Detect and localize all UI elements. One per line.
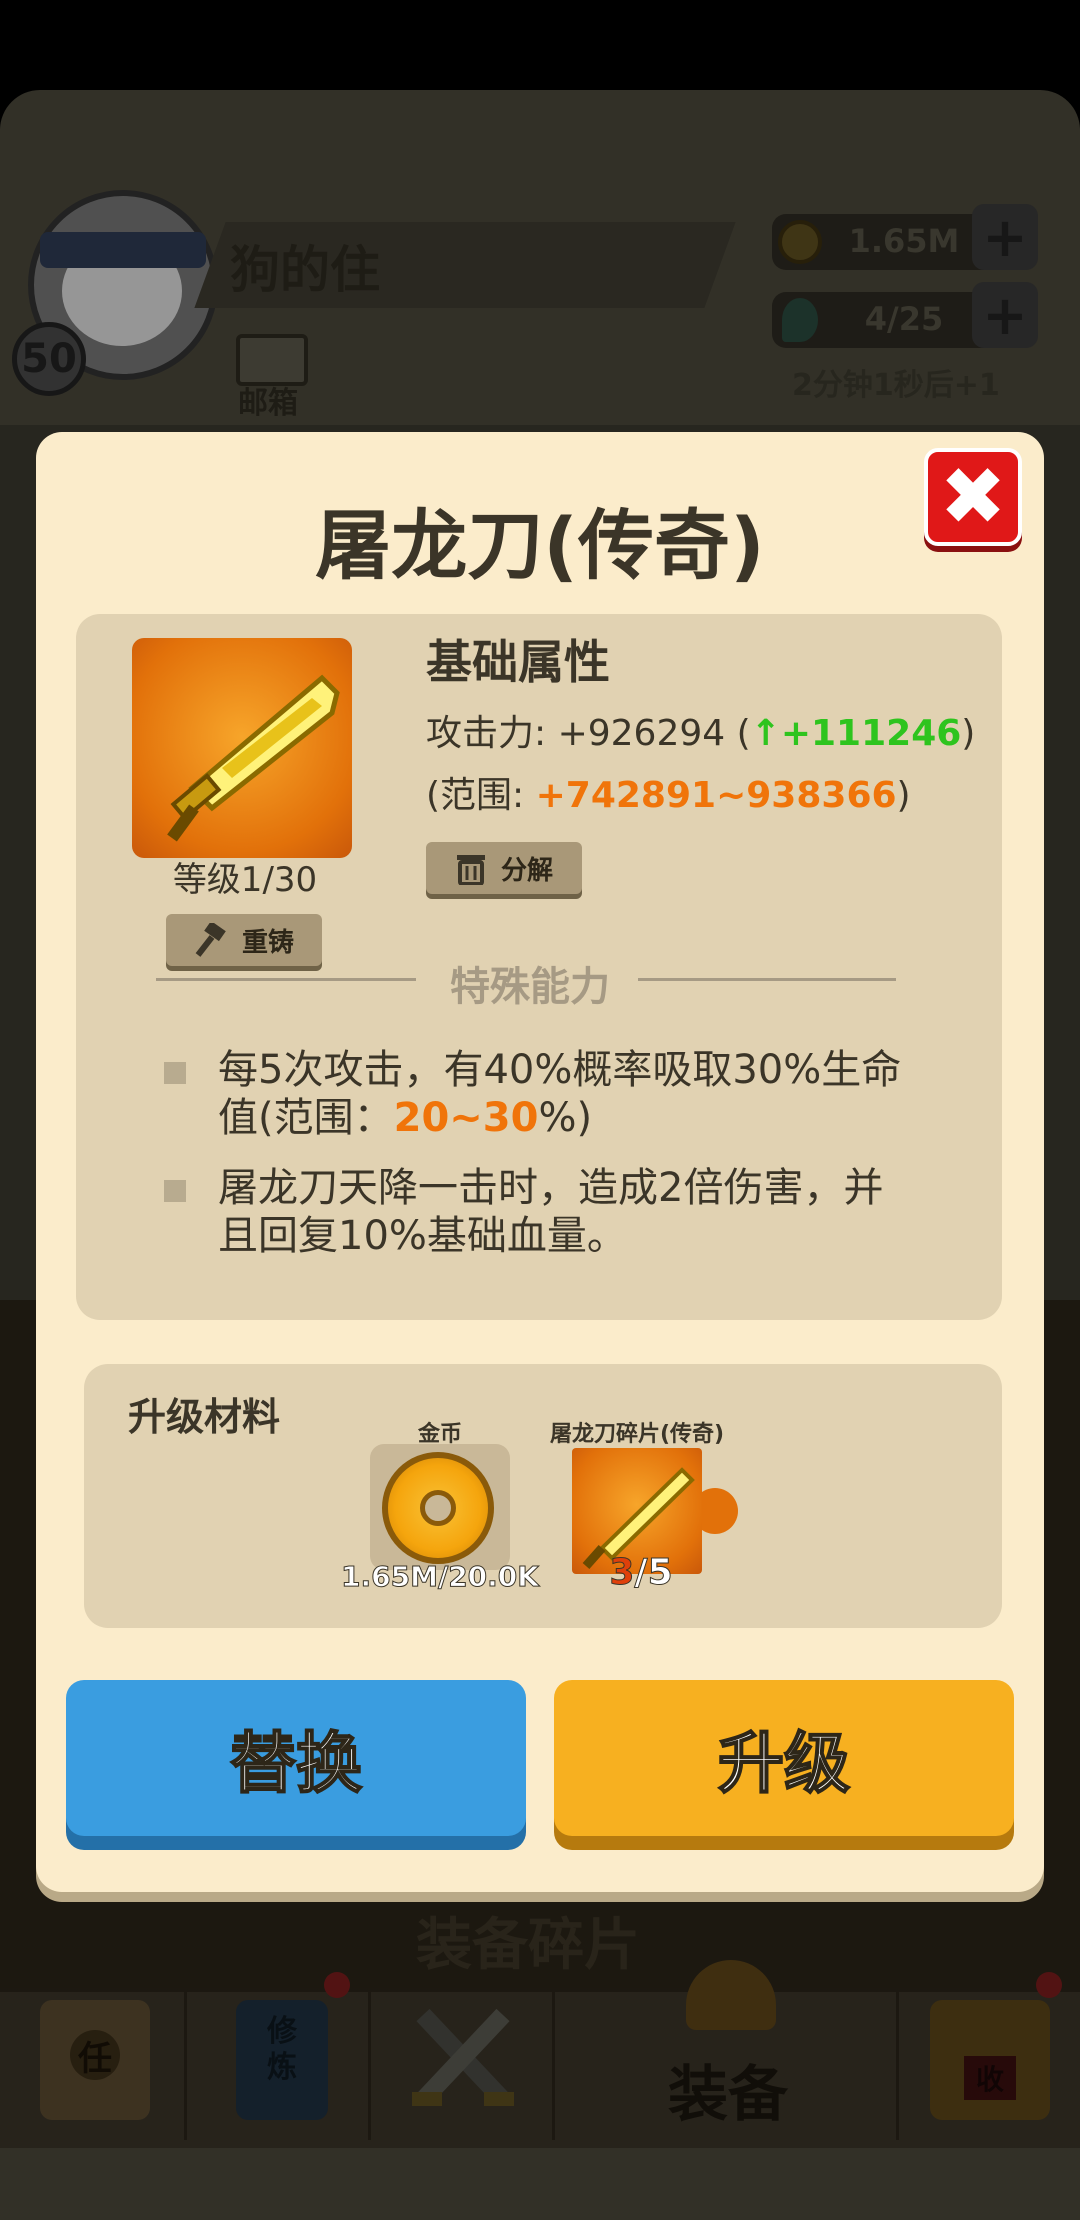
range-line: (范围: +742891~938366) (426, 766, 911, 818)
attack-line: 攻击力: +926294 (↑+111246) (426, 704, 975, 756)
divider-left (156, 978, 416, 981)
golden-sword-icon (167, 674, 340, 842)
item-icon-frame[interactable] (132, 638, 352, 858)
ability-2: 屠龙刀天降一击时，造成2倍伤害，并且回复10%基础血量。 (218, 1164, 918, 1260)
ability-1-suffix: %) (538, 1095, 593, 1141)
up-arrow-icon: ↑ (750, 713, 781, 754)
decompose-label: 分解 (500, 855, 553, 886)
material-fragment-name: 屠龙刀碎片(传奇) (549, 1422, 725, 1447)
item-level: 等级1/30 (172, 860, 318, 900)
replace-button[interactable]: 替换 (66, 1680, 526, 1836)
ability-1: 每5次攻击，有40%概率吸取30%生命值(范围：20~30%) (218, 1046, 918, 1142)
recast-button[interactable]: 重铸 (166, 914, 322, 966)
base-attributes-title: 基础属性 (426, 635, 610, 689)
bullet-icon (164, 1062, 186, 1084)
special-ability-title: 特殊能力 (450, 964, 610, 1010)
dialog-title: 屠龙刀(传奇) (315, 501, 765, 590)
coin-hole (420, 1490, 456, 1526)
decompose-button[interactable]: 分解 (426, 842, 582, 894)
hammer-icon (195, 923, 226, 957)
recast-label: 重铸 (241, 927, 294, 958)
material-gold-count: 1.65M/20.0K (341, 1560, 540, 1594)
upgrade-button[interactable]: 升级 (554, 1680, 1014, 1836)
divider-right (638, 978, 896, 981)
trash-icon (456, 855, 485, 885)
attack-value: 攻击力: +926294 ( (426, 713, 751, 754)
ability-2-text: 屠龙刀天降一击时，造成2倍伤害，并且回复10%基础血量。 (218, 1165, 884, 1259)
close-button[interactable]: ✖ (924, 448, 1022, 546)
range-suffix: ) (896, 775, 911, 816)
range-value: +742891~938366 (535, 775, 897, 816)
range-label: (范围: (426, 775, 536, 816)
bullet-icon (164, 1180, 186, 1202)
fragment-need: /5 (634, 1552, 673, 1594)
material-fragment-count: 3/5 (596, 1552, 686, 1594)
fragment-have: 3 (609, 1552, 635, 1594)
attack-increase: +111246 (780, 713, 962, 754)
attack-suffix: ) (961, 713, 976, 754)
materials-title: 升级材料 (128, 1395, 281, 1439)
ability-1-range: 20~30 (393, 1095, 539, 1141)
